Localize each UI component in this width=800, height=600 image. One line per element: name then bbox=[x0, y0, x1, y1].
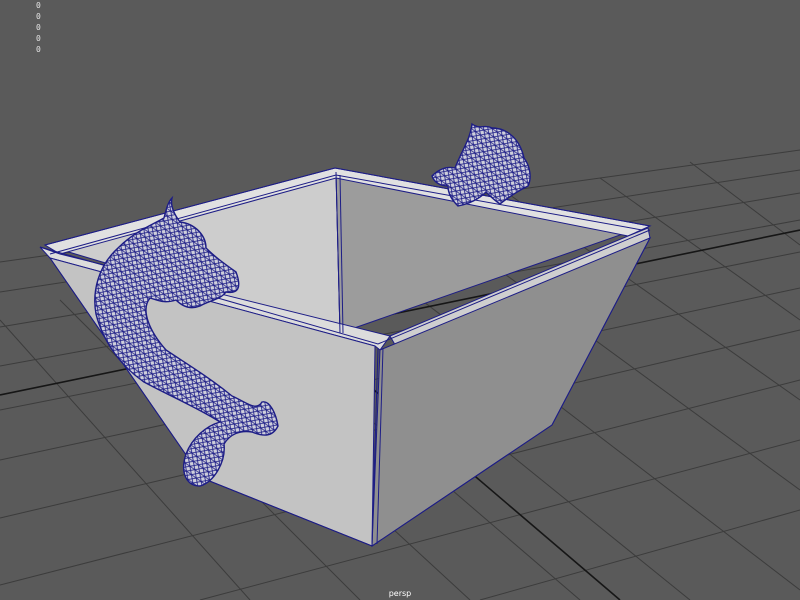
hud-row: 0 bbox=[2, 33, 46, 44]
hud-readout: 0 0 0 0 0 bbox=[2, 0, 46, 55]
hud-value: 0 bbox=[36, 34, 41, 43]
hud-value: 0 bbox=[36, 23, 41, 32]
hud-row: 0 bbox=[2, 44, 46, 55]
hud-value: 0 bbox=[36, 1, 41, 10]
viewport-scene[interactable] bbox=[0, 0, 800, 600]
maya-perspective-viewport[interactable]: 0 0 0 0 0 persp bbox=[0, 0, 800, 600]
hud-row: 0 bbox=[2, 11, 46, 22]
hud-value: 0 bbox=[36, 45, 41, 54]
camera-name-label: persp bbox=[388, 589, 412, 598]
hud-row: 0 bbox=[2, 0, 46, 11]
hud-row: 0 bbox=[2, 22, 46, 33]
hud-value: 0 bbox=[36, 12, 41, 21]
